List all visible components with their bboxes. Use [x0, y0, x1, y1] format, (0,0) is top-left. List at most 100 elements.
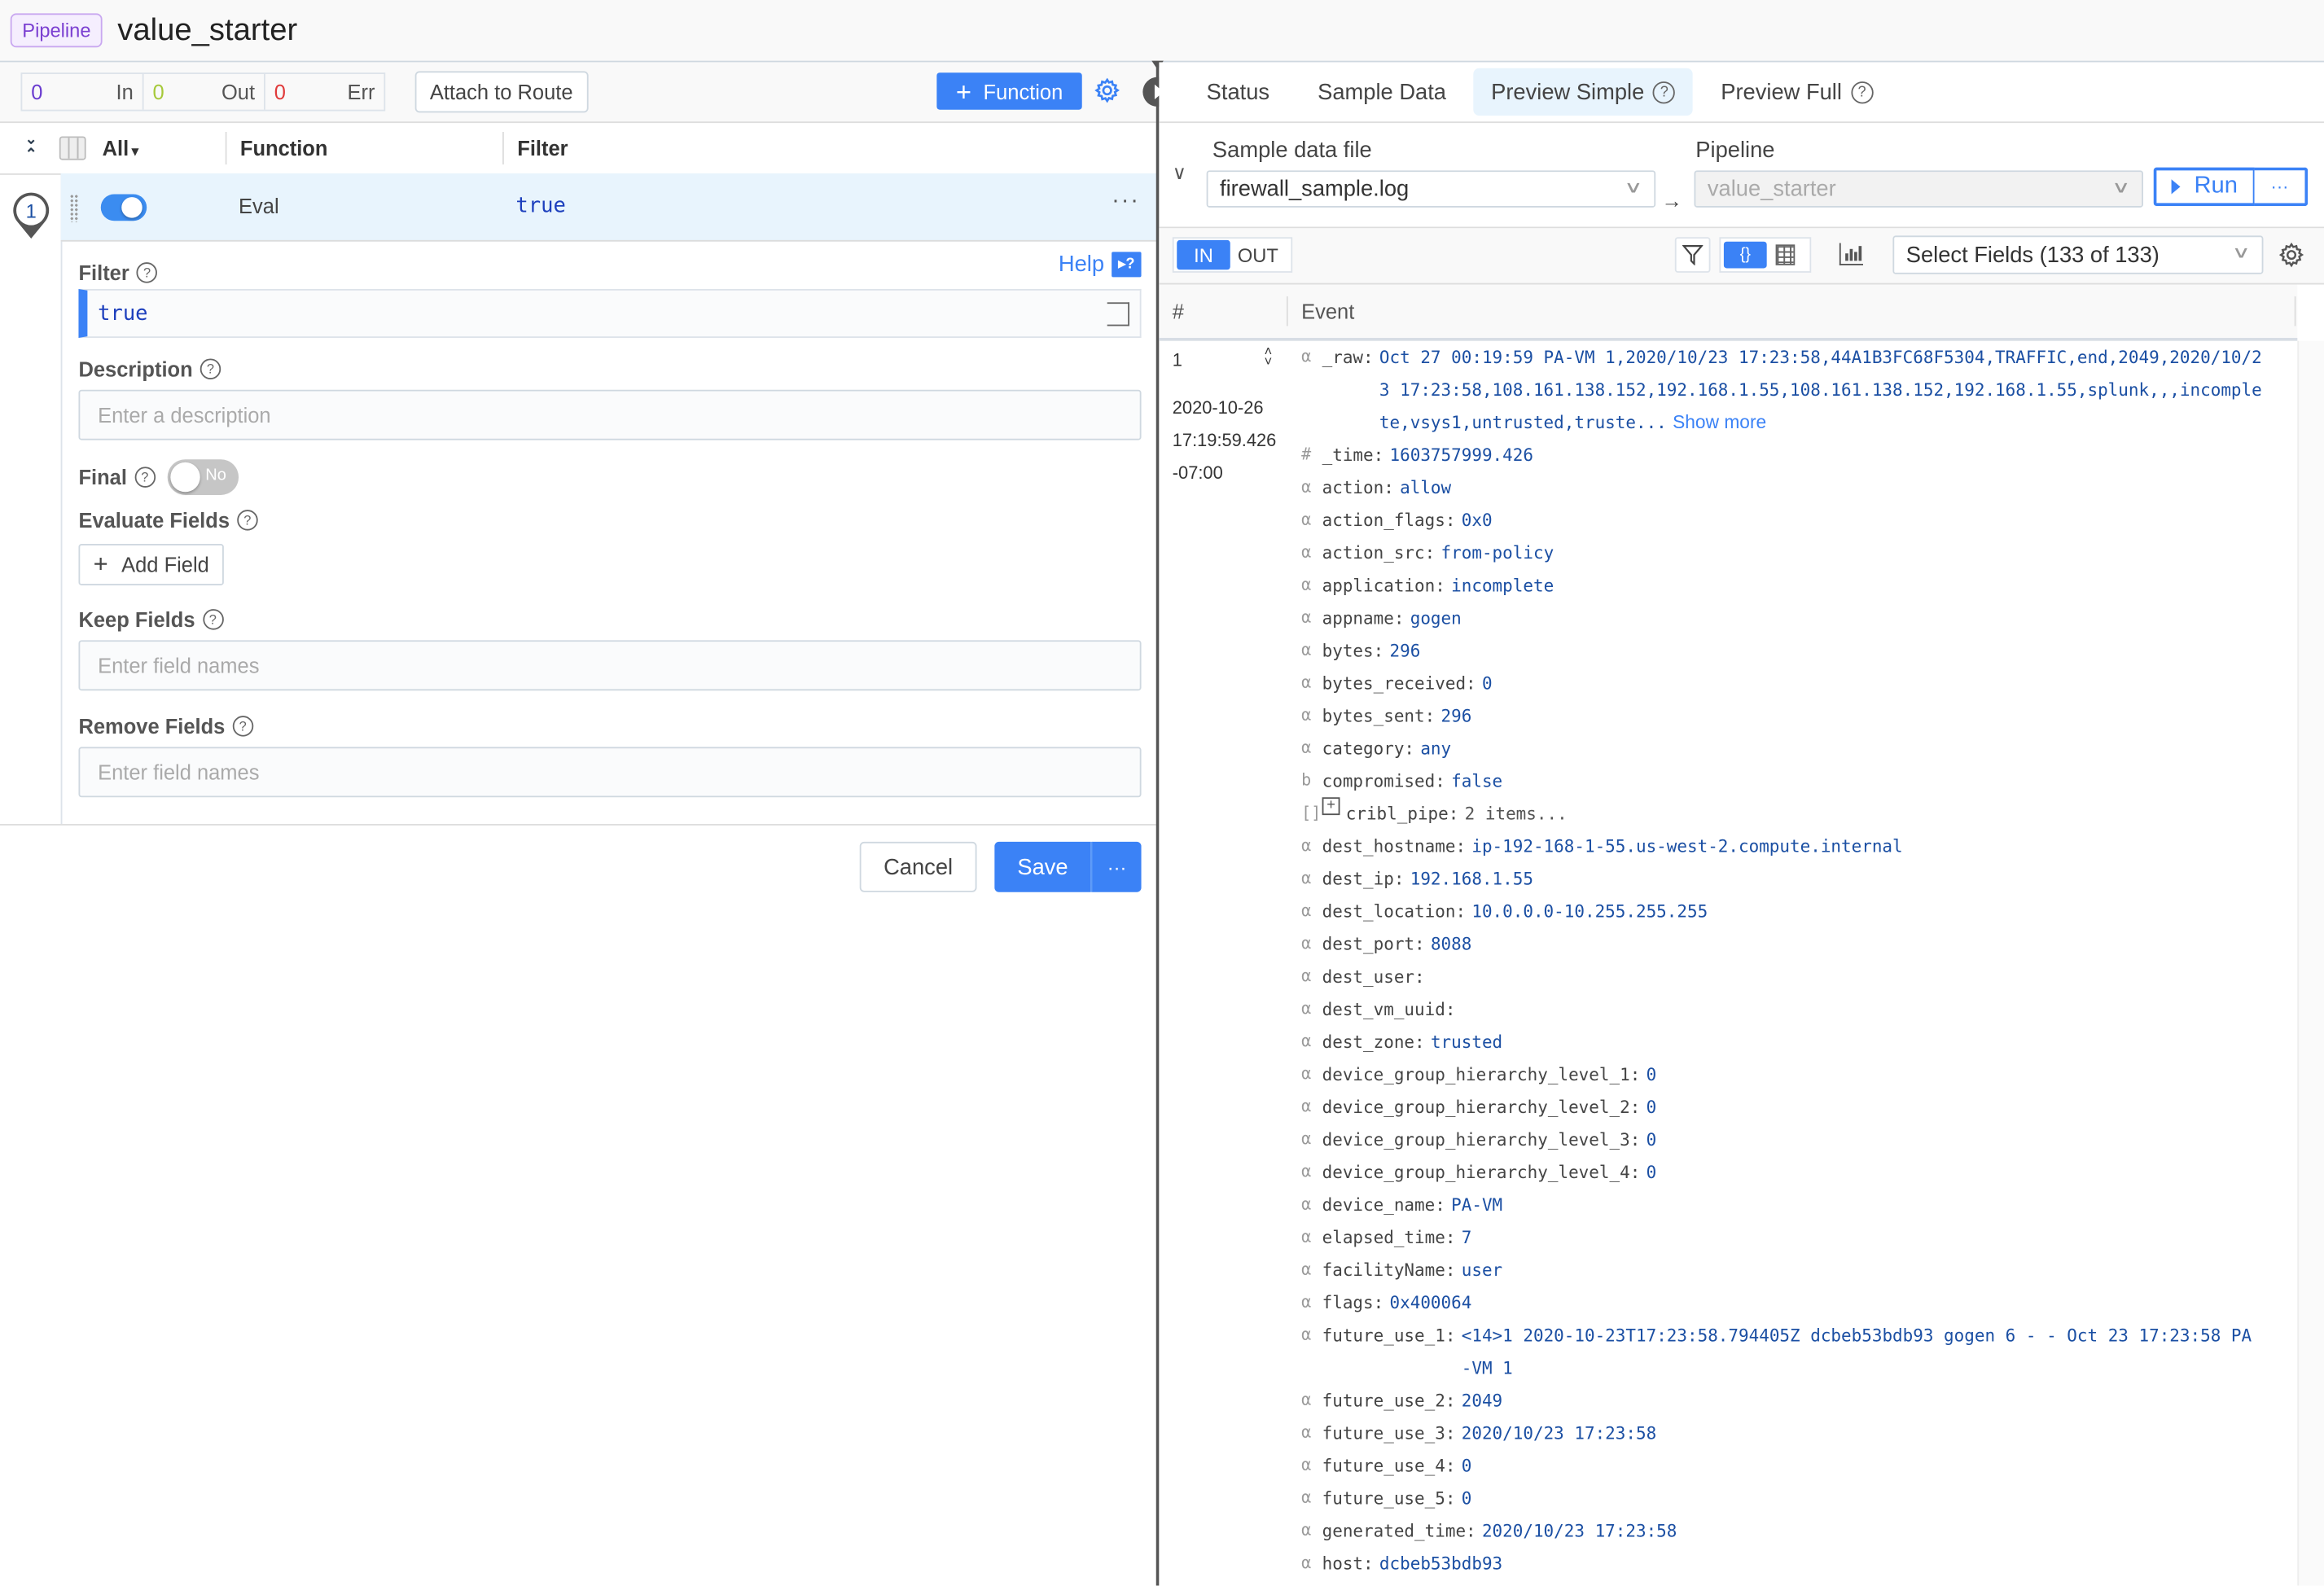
field-type-icon: []	[1301, 803, 1322, 823]
sample-file-label: Sample data file	[1212, 138, 1372, 164]
event-field-row: α device_group_hierarchy_level_4: 0	[1301, 1156, 2279, 1189]
field-type-icon: α	[1301, 1553, 1312, 1573]
event-date: 2020-10-26	[1172, 396, 1264, 418]
stat-err-label: Err	[347, 80, 375, 104]
field-value: 0	[1646, 1063, 1657, 1085]
table-view-icon[interactable]	[1775, 244, 1796, 265]
in-toggle[interactable]: IN	[1177, 239, 1230, 270]
event-field-row: α flags: 0x400064	[1301, 1286, 2279, 1319]
field-type-icon: α	[1301, 510, 1312, 529]
tab-status[interactable]: Status	[1189, 68, 1287, 116]
column-header-number: #	[1172, 299, 1184, 323]
help-circle-icon[interactable]: ?	[232, 716, 253, 737]
event-field-row: α dest_zone: trusted	[1301, 1026, 2279, 1058]
event-field-row: α bytes: 296	[1301, 634, 2279, 667]
all-functions-dropdown[interactable]: All ▾	[103, 136, 138, 160]
description-input[interactable]: Enter a description	[78, 389, 1142, 440]
remove-fields-input[interactable]: Enter field names	[78, 747, 1142, 798]
form-footer-divider	[0, 824, 1156, 826]
event-field-row: α action_flags: 0x0	[1301, 504, 2279, 537]
run-button[interactable]: Run	[2153, 167, 2255, 207]
field-value: 296	[1440, 705, 1472, 726]
sort-toggle-icon[interactable]: ˄ ˅	[1265, 344, 1273, 368]
expand-plus-icon[interactable]: +	[1322, 797, 1340, 816]
drag-handle-icon[interactable]	[69, 194, 79, 223]
settings-gear-icon[interactable]	[2278, 242, 2305, 269]
save-options-button[interactable]: ···	[1090, 841, 1142, 892]
step-marker-icon: 1	[13, 192, 50, 239]
field-key: bytes:	[1322, 640, 1384, 661]
keep-fields-input[interactable]: Enter field names	[78, 640, 1142, 691]
show-more-link[interactable]: Show more	[1673, 412, 1766, 432]
field-type-icon: α	[1301, 1520, 1312, 1540]
tab-sample-data[interactable]: Sample Data	[1300, 68, 1464, 116]
pipeline-select-value: value_starter	[1707, 176, 1836, 202]
gear-icon[interactable]	[1094, 77, 1120, 104]
tab-preview-simple[interactable]: Preview Simple ?	[1473, 68, 1694, 116]
stat-out: 0 Out	[144, 74, 265, 110]
help-circle-icon[interactable]: ?	[1850, 81, 1874, 103]
field-value: gogen	[1410, 607, 1462, 629]
help-circle-icon[interactable]: ?	[202, 609, 224, 630]
filter-expression-value: true	[98, 302, 148, 326]
out-toggle[interactable]: OUT	[1238, 243, 1278, 265]
cancel-button[interactable]: Cancel	[859, 841, 977, 892]
filter-icon[interactable]	[1674, 237, 1711, 273]
pipeline-select: value_starter ∨	[1694, 170, 2144, 208]
select-fields-dropdown[interactable]: Select Fields (133 of 133) ∨	[1892, 235, 2264, 274]
final-label-text: Final	[78, 465, 127, 489]
filter-expression-input[interactable]: true	[78, 288, 1142, 339]
function-row[interactable]: Eval true ···	[60, 173, 1156, 242]
event-field-row: α dest_user:	[1301, 960, 2279, 992]
help-circle-icon[interactable]: ?	[200, 358, 221, 379]
keep-fields-label-text: Keep Fields	[78, 607, 195, 632]
columns-icon[interactable]	[59, 136, 86, 160]
field-value: PA-VM	[1451, 1194, 1503, 1216]
function-enabled-toggle[interactable]	[100, 194, 147, 221]
play-icon	[2172, 179, 2181, 195]
preview-toolbar: IN OUT {} Select Fields (133 of 133) ∨	[1159, 228, 2324, 285]
page-header: Pipeline value_starter	[0, 0, 2324, 63]
plus-icon: +	[955, 76, 971, 107]
attach-to-route-button[interactable]: Attach to Route	[414, 71, 588, 113]
save-button[interactable]: Save	[994, 841, 1091, 892]
event-field-row: α host: dcbeb53bdb93	[1301, 1547, 2279, 1579]
field-value: 0	[1646, 1128, 1657, 1150]
column-header-event: Event	[1301, 299, 1355, 323]
help-link[interactable]: Help ▸?	[1059, 252, 1142, 278]
help-circle-icon[interactable]: ?	[134, 467, 156, 488]
event-field-row: α action_src: from-policy	[1301, 537, 2279, 569]
help-circle-icon[interactable]: ?	[136, 262, 158, 283]
help-circle-icon[interactable]: ?	[1653, 81, 1676, 103]
field-key: host:	[1322, 1553, 1374, 1575]
field-type-icon: α	[1301, 1292, 1312, 1312]
field-type-icon: α	[1301, 575, 1312, 594]
function-name: Eval	[239, 194, 279, 218]
json-view-button[interactable]: {}	[1723, 241, 1767, 269]
help-circle-icon[interactable]: ?	[237, 510, 258, 531]
field-type-icon: α	[1301, 477, 1312, 497]
field-value: 10.0.0.0-10.255.255.255	[1471, 900, 1708, 922]
add-field-label: Add Field	[121, 552, 209, 577]
event-field-row: α device_group_hierarchy_level_1: 0	[1301, 1058, 2279, 1091]
field-type-icon: α	[1301, 1031, 1312, 1051]
collapse-all-icon[interactable]: ⌄ ⌃	[22, 133, 40, 163]
filter-label: Filter ?	[78, 258, 1141, 287]
final-toggle[interactable]: No	[167, 459, 239, 495]
expand-editor-icon[interactable]	[1107, 302, 1129, 326]
add-function-button[interactable]: + Function	[936, 72, 1082, 110]
run-options-button[interactable]: ···	[2254, 167, 2309, 207]
sample-file-select[interactable]: firewall_sample.log ∨	[1206, 170, 1656, 208]
more-options-icon[interactable]: ···	[1112, 188, 1140, 215]
add-field-button[interactable]: + Add Field	[78, 544, 225, 585]
tab-preview-full[interactable]: Preview Full ?	[1703, 68, 1891, 116]
field-key: facilityName:	[1322, 1260, 1456, 1281]
field-type-icon: b	[1301, 770, 1312, 791]
field-type-icon: α	[1301, 705, 1312, 725]
chart-icon[interactable]	[1839, 243, 1863, 265]
chevron-down-icon[interactable]: ∨	[1173, 161, 1186, 185]
scrollbar[interactable]	[2297, 340, 2324, 1586]
chevron-down-icon: ∨	[1624, 179, 1643, 198]
remove-fields-label: Remove Fields ?	[78, 712, 1141, 741]
tab-preview-simple-label: Preview Simple	[1491, 79, 1645, 105]
